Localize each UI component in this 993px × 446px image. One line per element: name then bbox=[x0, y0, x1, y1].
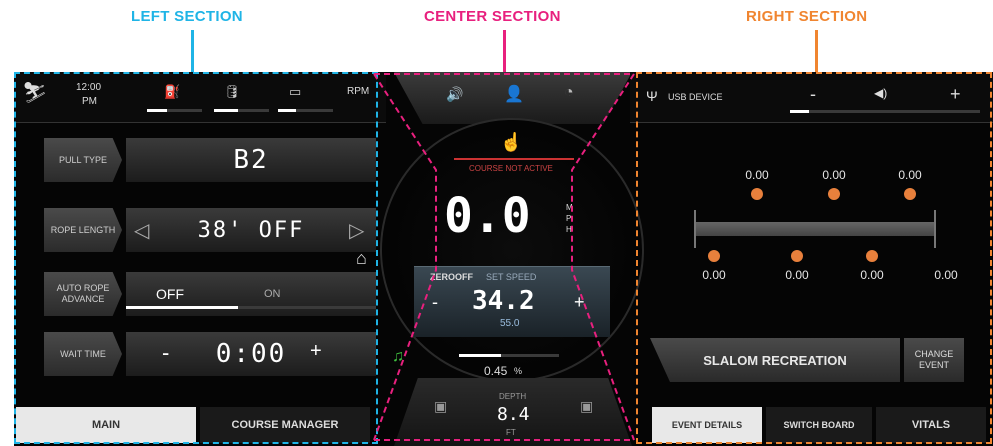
center-section-outline bbox=[373, 73, 635, 441]
